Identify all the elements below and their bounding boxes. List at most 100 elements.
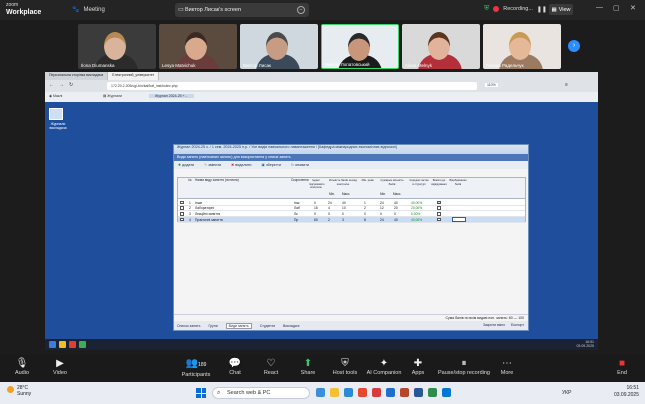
table-row[interactable]: 4 Практичні заняття Пр 60 2 3 8 24 40 40,00% <box>178 217 525 223</box>
table-row[interactable]: 3 Лекційні заняття Лк 0 0 0 0 0 0 0,00% <box>178 211 525 217</box>
minimize-icon[interactable]: — <box>596 4 603 11</box>
excel-icon[interactable] <box>428 388 437 397</box>
bottom-tab[interactable]: Викладачі <box>283 324 299 328</box>
pause-icon[interactable]: ❚❚ <box>537 6 547 13</box>
table-cell: 40,00% <box>411 217 423 222</box>
reload-icon[interactable]: ↻ <box>69 82 73 88</box>
bookmark[interactable]: ▤ Журнали <box>103 94 122 98</box>
share-button[interactable]: ⬆ Share <box>288 357 328 377</box>
host-tools-button[interactable]: ⛨ Host tools <box>325 357 365 377</box>
table-cell: 10 <box>342 206 346 211</box>
office-icon[interactable] <box>358 388 367 397</box>
edge-icon[interactable] <box>344 388 353 397</box>
pause-recording-button[interactable]: ⏸ Pause/stop recording <box>438 357 490 377</box>
participant-tile[interactable]: Ilona Diumanska <box>78 24 156 69</box>
participants-button[interactable]: 👥189 Participants <box>174 357 218 379</box>
zoom-app-icon[interactable] <box>386 388 395 397</box>
browser-tabs: Персональна сторінка викладача Електронн… <box>45 72 160 80</box>
powerpoint-icon[interactable] <box>400 388 409 397</box>
taskbar-search[interactable]: ⌕ Search web & PC <box>212 387 310 399</box>
close-window-button[interactable]: Закрити вікно <box>483 323 505 327</box>
outlook-icon[interactable] <box>442 388 451 397</box>
chrome-icon[interactable] <box>372 388 381 397</box>
table-cell: 2 <box>328 217 330 222</box>
attendance-checkbox[interactable] <box>437 206 441 210</box>
editing-cell[interactable] <box>452 217 466 223</box>
participant-face <box>266 32 288 60</box>
screen-share-pill[interactable]: ▭ Виктор Лисак's screen − <box>175 3 309 17</box>
windows-start-icon[interactable] <box>196 388 206 398</box>
address-bar[interactable]: 172.20.2.205/cgi-bin/kaf/kaf_inst/index.… <box>107 82 477 90</box>
pencil-icon: ✎ <box>204 163 208 167</box>
bottom-tab[interactable]: Студенти <box>260 324 275 328</box>
table-cell: 40 <box>394 200 398 205</box>
chat-button[interactable]: 💬 Chat <box>215 357 255 377</box>
table-cell: 20,00% <box>411 206 423 211</box>
attendance-checkbox[interactable]: x <box>437 200 441 205</box>
row-checkbox[interactable] <box>180 212 184 216</box>
participant-tile[interactable]: Alona Melnyk <box>402 24 480 69</box>
bookmark[interactable]: Журнал 2024-25 +... <box>149 94 194 98</box>
participant-tile-active-speaker[interactable]: Виктор Лопатовський <box>321 24 399 69</box>
remote-start-icon[interactable] <box>49 341 56 348</box>
task-view-icon[interactable] <box>316 388 325 397</box>
save-button[interactable]: ▣ зберегти <box>261 163 280 167</box>
language-indicator[interactable]: УКР <box>562 390 571 396</box>
minimize-share-icon[interactable]: − <box>297 6 305 14</box>
zoom-level[interactable]: 110% <box>485 83 498 87</box>
bookmark[interactable]: ◉ Маклі <box>49 94 62 98</box>
audio-button[interactable]: 🎙 Audio <box>2 357 42 377</box>
file-explorer-icon[interactable] <box>330 388 339 397</box>
recording-indicator[interactable]: ⛨ Recording... ❚❚ <box>484 5 557 13</box>
participant-tile[interactable]: Галина Радельчук <box>483 24 561 69</box>
refresh-button[interactable]: ↻ оновити <box>291 163 309 167</box>
maximize-icon[interactable]: ▢ <box>613 4 620 12</box>
meeting-menu[interactable]: 🐾 Meeting <box>72 6 105 14</box>
participant-tile[interactable]: Lesya Matvichuk <box>159 24 237 69</box>
table-cell: Інше <box>195 200 203 205</box>
bottom-tab-active[interactable]: Види занять <box>225 322 252 329</box>
row-checkbox[interactable] <box>180 200 184 205</box>
table-row[interactable]: 2 Лабораторні Лаб 16 4 10 2 12 20 20,00% <box>178 206 525 212</box>
add-button[interactable]: ✚ додати <box>178 163 194 167</box>
dialog-subtitle: Види занять (нав'язаних занять) для вико… <box>174 154 528 161</box>
forward-icon[interactable]: → <box>59 82 64 88</box>
edit-button[interactable]: ✎ змінити <box>204 163 221 167</box>
weather-widget[interactable]: 28°C Sunny <box>7 385 31 397</box>
recording-label: Recording... <box>503 6 533 12</box>
row-checkbox[interactable] <box>180 206 184 210</box>
delete-button[interactable]: ✖ видалити <box>231 163 251 167</box>
journal-desktop-icon[interactable] <box>49 108 63 120</box>
export-button[interactable]: Експорт <box>511 323 524 327</box>
table-cell: 1 <box>189 200 191 205</box>
table-cell: 8 <box>364 217 366 222</box>
attendance-checkbox[interactable] <box>437 212 441 216</box>
attendance-checkbox[interactable] <box>437 217 441 222</box>
back-icon[interactable]: ← <box>49 82 54 88</box>
system-clock[interactable]: 16:51 03.09.2025 <box>614 385 639 399</box>
table-cell: 60 <box>314 217 318 222</box>
table-row[interactable]: 1 Інше Інш 0 24 40 1 24 40 40,00% x <box>178 200 525 206</box>
browser-tab[interactable]: Персональна сторінка викладача <box>45 72 109 80</box>
view-button[interactable]: ▦ View <box>549 4 573 15</box>
remote-folder-icon[interactable] <box>59 341 66 348</box>
row-checkbox[interactable] <box>180 217 184 222</box>
apps-button[interactable]: ✚ Apps <box>398 357 438 377</box>
close-icon[interactable]: ✕ <box>630 4 636 12</box>
bottom-tab[interactable]: Список занять <box>177 324 200 328</box>
bottom-tab[interactable]: Групи <box>208 324 217 328</box>
word-icon[interactable] <box>414 388 423 397</box>
next-page-icon[interactable]: › <box>568 40 580 52</box>
zoom-window: zoom Workplace 🐾 Meeting ▭ Виктор Лисак'… <box>0 0 645 404</box>
remote-app-icon[interactable] <box>79 341 86 348</box>
table-cell: 4 <box>328 206 330 211</box>
end-button[interactable]: ■ End <box>602 357 642 377</box>
browser-tab-active[interactable]: Електронний_університет <box>108 72 160 80</box>
remote-app-icon[interactable] <box>69 341 76 348</box>
more-button[interactable]: ⋯ More <box>487 357 527 377</box>
participant-tile[interactable]: Виктор Лисак <box>240 24 318 69</box>
video-button[interactable]: ▶ Video <box>40 357 80 377</box>
react-button[interactable]: ♡ React <box>251 357 291 377</box>
logo-top-text: zoom <box>6 2 19 8</box>
menu-icon[interactable]: ≡ <box>565 82 568 88</box>
